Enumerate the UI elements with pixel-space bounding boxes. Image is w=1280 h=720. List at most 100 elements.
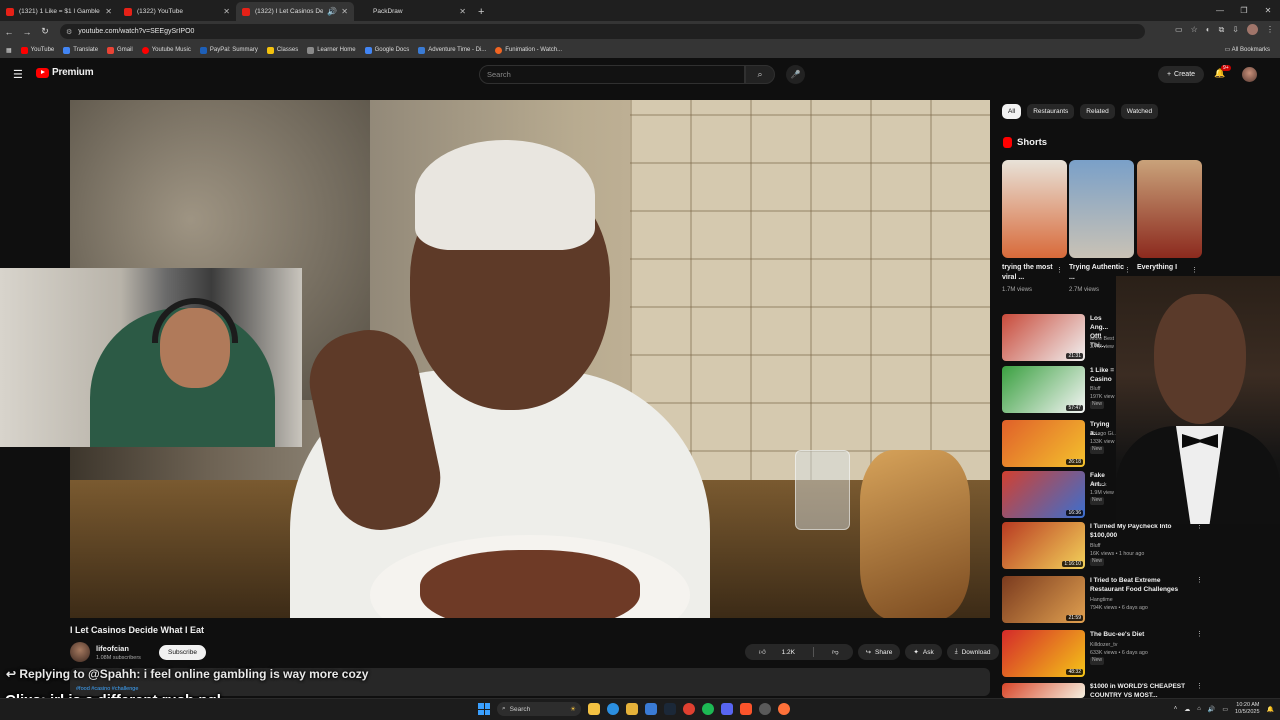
menu-icon[interactable]: ⋮	[1266, 25, 1274, 34]
discord-icon[interactable]	[721, 703, 733, 715]
close-icon[interactable]: ✕	[459, 7, 466, 16]
channel-name[interactable]: Hangtime	[1090, 597, 1113, 603]
video-title[interactable]: The Buc-ee's Diet	[1090, 630, 1190, 639]
chip-watched[interactable]: Watched	[1120, 104, 1159, 119]
clock[interactable]: 10:20 AM 10/5/2025	[1235, 702, 1259, 716]
chevron-up-icon[interactable]: ˄	[1174, 706, 1178, 712]
more-vert-icon[interactable]: ⋮	[1196, 630, 1203, 638]
video-title[interactable]: 1 Like = Casino	[1090, 366, 1116, 384]
channel-name[interactable]: Bluff	[1090, 386, 1101, 392]
close-icon[interactable]: ✕	[223, 7, 230, 16]
close-icon[interactable]: ✕	[105, 7, 112, 16]
channel-name[interactable]: Bluff	[1090, 543, 1101, 549]
more-vert-icon[interactable]: ⋮	[1191, 266, 1198, 274]
cloud-icon[interactable]: ☁	[1184, 706, 1190, 713]
video-thumbnail[interactable]: 21:59	[1002, 576, 1085, 623]
search-button[interactable]: ⌕	[745, 65, 775, 84]
like-button[interactable]: 👍︎ 1.2K	[745, 648, 809, 656]
bookmark-adventure-time[interactable]: Adventure Time - Di...	[418, 46, 486, 54]
create-button[interactable]: + Create	[1158, 66, 1204, 83]
bookmark-youtube-music[interactable]: Youtube Music	[141, 46, 191, 54]
network-icon[interactable]: ⌂	[1197, 706, 1201, 712]
profile-avatar[interactable]	[1247, 24, 1258, 35]
notification-icon[interactable]: 🔔	[1267, 706, 1274, 713]
browser-tab-1[interactable]: (1321) 1 Like = $1 I Gamble at t ✕	[0, 2, 118, 21]
ask-button[interactable]: ✦ Ask	[905, 644, 942, 660]
minimize-button[interactable]: —	[1208, 6, 1232, 15]
cast-icon[interactable]: ▭	[1175, 25, 1183, 34]
search-input[interactable]: Search	[479, 65, 745, 84]
more-vert-icon[interactable]: ⋮	[1196, 682, 1203, 690]
edge-icon[interactable]	[607, 703, 619, 715]
speaker-icon[interactable]: 🔊	[327, 7, 337, 16]
bookmark-gmail[interactable]: Gmail	[107, 46, 133, 54]
maximize-button[interactable]: ❐	[1232, 6, 1256, 15]
chip-all[interactable]: All	[1002, 104, 1022, 119]
bookmark-google-docs[interactable]: Google Docs	[364, 46, 409, 54]
store-icon[interactable]	[645, 703, 657, 715]
dislike-button[interactable]: 👎︎	[818, 648, 853, 656]
subscribe-button[interactable]: Subscribe	[159, 645, 206, 660]
all-bookmarks-button[interactable]: ▭ All Bookmarks	[1225, 46, 1270, 53]
youtube-logo[interactable]: Premium	[36, 67, 94, 78]
short-thumbnail[interactable]	[1137, 160, 1202, 258]
close-icon[interactable]: ✕	[341, 7, 348, 16]
url-field[interactable]: ⚙ youtube.com/watch?v=SEEgySrIPO0	[60, 24, 1145, 39]
channel-name[interactable]: Airrack	[1090, 482, 1106, 488]
bookmark-funimation[interactable]: Funimation - Watch...	[495, 46, 562, 54]
notifications-button[interactable]: 🔔 9+	[1214, 65, 1231, 79]
short-title[interactable]: trying the most viral ...	[1002, 263, 1057, 283]
menu-hamburger-icon[interactable]: ☰	[13, 68, 23, 81]
more-vert-icon[interactable]: ⋮	[1196, 576, 1203, 584]
file-explorer-icon[interactable]	[588, 703, 600, 715]
video-title[interactable]: I Turned My Paycheck Into $100,000	[1090, 522, 1190, 540]
video-thumbnail[interactable]: 1:16:10	[1002, 522, 1085, 569]
close-window-button[interactable]: ✕	[1256, 6, 1280, 15]
video-thumbnail[interactable]: 26:18	[1002, 420, 1085, 467]
apps-icon[interactable]: ▦	[6, 47, 12, 54]
brave-icon[interactable]	[740, 703, 752, 715]
video-title[interactable]: I Tried to Beat Extreme Restaurant Food …	[1090, 576, 1190, 594]
windows-start-icon[interactable]	[478, 703, 490, 715]
site-info-icon[interactable]: ⚙	[66, 28, 72, 36]
chrome-icon[interactable]	[683, 703, 695, 715]
browser-tab-3[interactable]: (1322) I Let Casinos Decide 🔊 ✕	[236, 2, 354, 21]
channel-name[interactable]: lifeofcian	[96, 644, 129, 653]
channel-name[interactable]: Killdozer_tv	[1090, 642, 1117, 648]
obs-icon[interactable]	[759, 703, 771, 715]
video-thumbnail[interactable]: 16:36	[1002, 471, 1085, 518]
volume-icon[interactable]: 🔊	[1208, 706, 1215, 713]
browser-tab-4[interactable]: PackDraw ✕	[354, 2, 472, 21]
video-thumbnail[interactable]: 21:31	[1002, 314, 1085, 361]
bookmark-classes[interactable]: Classes	[266, 46, 298, 54]
share-button[interactable]: ↪ Share	[857, 644, 901, 660]
short-thumbnail[interactable]	[1002, 160, 1067, 258]
download-button[interactable]: ⤓ Download	[946, 644, 999, 660]
puzzle-icon[interactable]: ⧉	[1219, 25, 1225, 35]
steam-icon[interactable]	[664, 703, 676, 715]
extension-icon[interactable]: ◐	[1206, 25, 1211, 34]
browser-tab-2[interactable]: (1322) YouTube ✕	[118, 2, 236, 21]
more-vert-icon[interactable]: ⋮	[1056, 266, 1063, 274]
chip-related[interactable]: Related	[1080, 104, 1115, 119]
more-vert-icon[interactable]: ⋮	[1124, 266, 1131, 274]
bookmark-learner-home[interactable]: Learner Home	[307, 46, 356, 54]
account-avatar[interactable]	[1242, 67, 1257, 82]
reload-button[interactable]: ↻	[36, 26, 54, 37]
channel-name[interactable]: More Best	[1090, 336, 1114, 342]
folder-icon[interactable]	[626, 703, 638, 715]
video-thumbnail[interactable]	[1002, 683, 1085, 698]
bookmark-translate[interactable]: Translate	[63, 46, 98, 54]
video-thumbnail[interactable]: 48:32	[1002, 630, 1085, 677]
bookmark-paypal[interactable]: PayPal: Summary	[199, 46, 258, 54]
spotify-icon[interactable]	[702, 703, 714, 715]
taskbar-search[interactable]: ⌕ Search ☀	[497, 702, 581, 716]
short-title[interactable]: Everything I	[1137, 263, 1197, 273]
download-icon[interactable]: ⇩	[1232, 25, 1239, 34]
voice-search-button[interactable]: 🎤	[786, 65, 805, 84]
channel-name[interactable]: Thiago Gi...	[1090, 431, 1117, 437]
back-button[interactable]: ←	[0, 27, 18, 37]
channel-avatar[interactable]	[70, 642, 90, 662]
short-thumbnail[interactable]	[1069, 160, 1134, 258]
video-thumbnail[interactable]: 57:47	[1002, 366, 1085, 413]
